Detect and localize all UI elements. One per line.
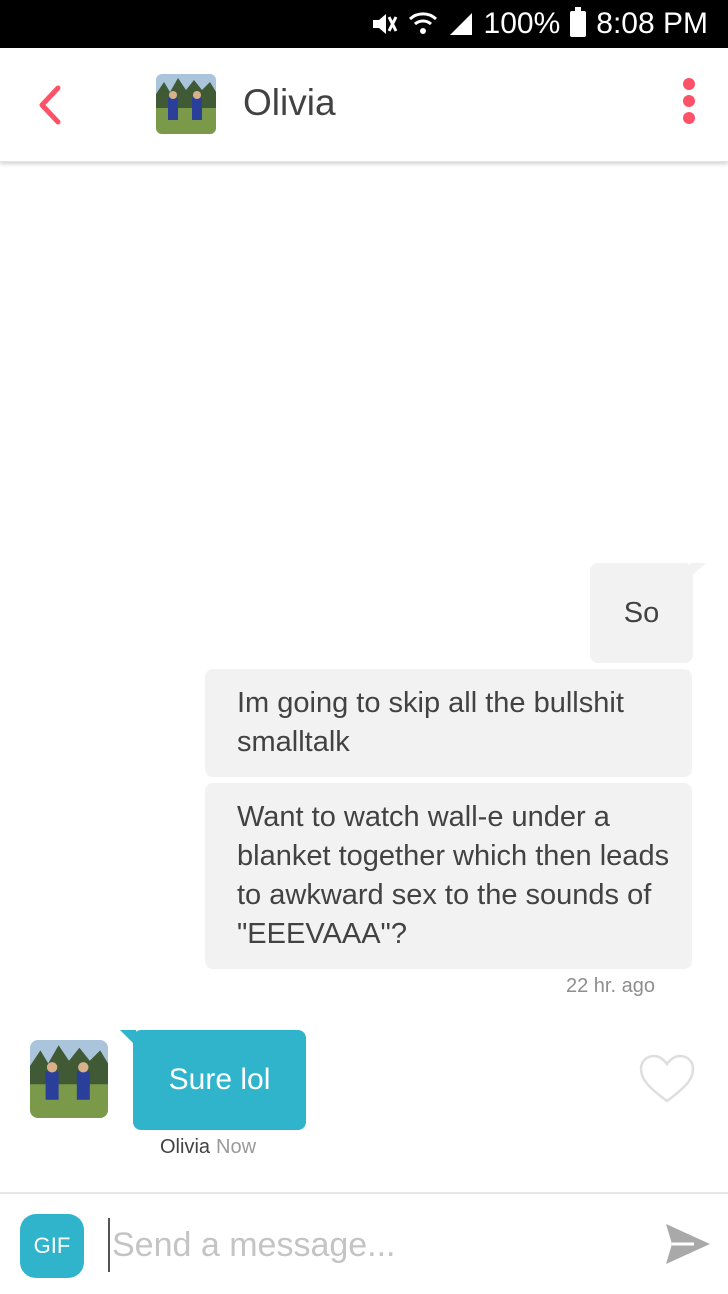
- gif-button[interactable]: GIF: [20, 1214, 84, 1278]
- contact-avatar[interactable]: [156, 74, 216, 134]
- chat-header: Olivia: [0, 48, 728, 162]
- gif-label: GIF: [33, 1233, 71, 1258]
- send-button[interactable]: [664, 1222, 712, 1266]
- battery-icon: [570, 7, 587, 37]
- message-text: Im going to skip all the bullshit smallt…: [237, 687, 624, 758]
- message-text: Want to watch wall-e under a blanket tog…: [237, 801, 670, 950]
- status-bar: 100% 8:08 PM: [0, 0, 728, 48]
- sender-avatar[interactable]: [30, 1040, 108, 1118]
- more-options-button[interactable]: [676, 78, 702, 132]
- compose-bar: GIF: [0, 1192, 728, 1294]
- heart-icon: [639, 1054, 695, 1103]
- battery-percent: 100%: [483, 7, 561, 40]
- wifi-icon: [408, 11, 438, 37]
- sender-name: Olivia: [160, 1136, 211, 1158]
- mute-icon: [370, 11, 398, 37]
- more-vertical-icon: [676, 78, 702, 124]
- message-input[interactable]: [108, 1218, 628, 1272]
- sender-time: Now: [216, 1136, 257, 1158]
- incoming-message[interactable]: Sure lol: [133, 1030, 306, 1130]
- send-icon: [666, 1224, 710, 1264]
- sender-info: Olivia Now: [160, 1136, 256, 1159]
- clock: 8:08 PM: [596, 7, 708, 40]
- back-button[interactable]: [30, 82, 70, 128]
- message-text: Sure lol: [168, 1063, 271, 1096]
- message-timestamp: 22 hr. ago: [566, 975, 655, 997]
- contact-name[interactable]: Olivia: [243, 82, 336, 124]
- like-button[interactable]: [638, 1053, 696, 1105]
- outgoing-message[interactable]: Im going to skip all the bullshit smallt…: [205, 669, 692, 777]
- chevron-left-icon: [39, 85, 61, 125]
- outgoing-message[interactable]: Want to watch wall-e under a blanket tog…: [205, 783, 692, 969]
- outgoing-message[interactable]: So: [590, 563, 693, 663]
- signal-icon: [448, 11, 474, 37]
- message-text: So: [623, 596, 660, 629]
